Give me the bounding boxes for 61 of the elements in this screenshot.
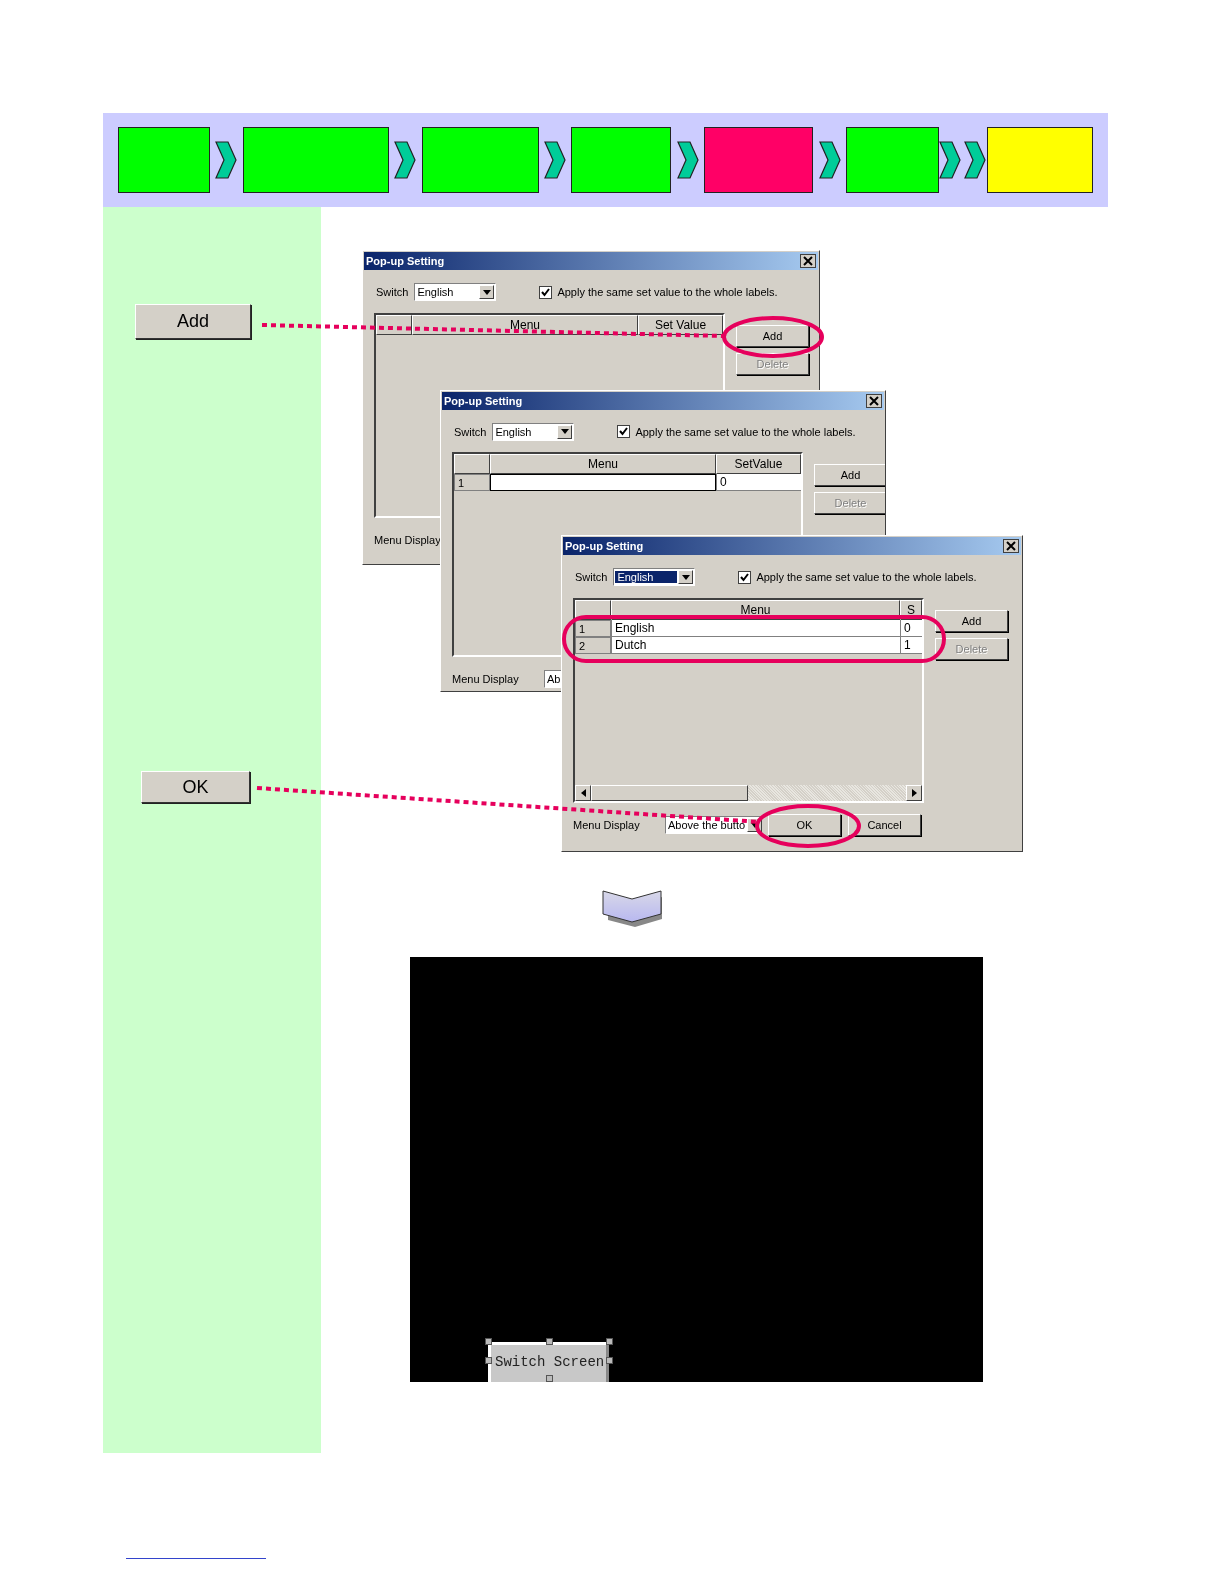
dialog-button[interactable]: Cancel <box>848 814 921 836</box>
menu-display-label: Menu Display <box>573 819 641 831</box>
language-dropdown[interactable]: English <box>414 283 497 301</box>
checkbox[interactable] <box>539 285 553 299</box>
row-number: 1 <box>575 620 611 637</box>
dialog-button[interactable]: Add <box>736 325 809 347</box>
row-number: 2 <box>575 637 611 654</box>
close-icon[interactable] <box>866 393 882 408</box>
switch-label: Switch <box>454 425 487 438</box>
menu-display-label: Menu Display <box>374 534 442 546</box>
chevron-icon <box>215 141 238 179</box>
selection-handle[interactable] <box>485 1338 492 1345</box>
chevron-icon <box>676 141 699 179</box>
checkbox-label: Apply the same set value to the whole labels. <box>756 571 977 583</box>
column-header[interactable]: Set Value <box>638 315 723 335</box>
language-dropdown[interactable]: English <box>492 422 575 441</box>
column-header[interactable]: SetValue <box>716 454 801 475</box>
checkbox-label: Apply the same set value to the whole labels. <box>635 425 856 438</box>
language-dropdown[interactable]: English <box>613 568 696 586</box>
selection-handle[interactable] <box>606 1338 613 1345</box>
close-icon[interactable] <box>1003 539 1019 553</box>
left-arrow-icon[interactable] <box>580 789 586 797</box>
chevron-icon <box>544 141 566 179</box>
table-cell[interactable]: 1 <box>900 637 922 654</box>
menu-display-label: Menu Display <box>452 673 520 686</box>
table-cell[interactable]: 0 <box>716 474 801 492</box>
selection-handle[interactable] <box>546 1375 553 1382</box>
horizontal-scrollbar[interactable] <box>575 785 922 801</box>
chevron-icon <box>394 141 417 179</box>
chevron-icon <box>818 141 841 179</box>
close-icon[interactable] <box>800 254 816 268</box>
column-header[interactable]: Menu <box>490 454 716 475</box>
selection-handle[interactable] <box>485 1357 492 1364</box>
sidebar-button[interactable]: Add <box>135 304 251 339</box>
checkbox[interactable] <box>738 570 752 584</box>
switch-screen-button[interactable]: Switch Screen <box>488 1342 609 1382</box>
dialog-title: Pop-up Setting <box>444 394 523 407</box>
checkbox[interactable] <box>617 425 631 439</box>
selection-handle[interactable] <box>606 1357 613 1364</box>
checkbox-label: Apply the same set value to the whole labels. <box>557 286 778 298</box>
right-arrow-icon[interactable] <box>911 789 917 797</box>
dialog-title: Pop-up Setting <box>565 540 644 552</box>
double-chevron-icon <box>939 141 987 179</box>
dialog-title: Pop-up Setting <box>366 255 445 267</box>
table-cell[interactable] <box>490 474 716 492</box>
switch-label: Switch <box>376 286 409 298</box>
dropdown-arrow-icon[interactable] <box>482 289 491 295</box>
table-cell[interactable]: Dutch <box>611 637 900 654</box>
header-corner <box>454 454 490 475</box>
table-cell[interactable]: English <box>611 620 900 637</box>
row-number: 1 <box>454 474 490 492</box>
switch-label: Switch <box>575 571 608 583</box>
down-arrow-icon <box>601 889 665 927</box>
selection-handle[interactable] <box>546 1338 553 1345</box>
sidebar-button[interactable]: OK <box>141 771 250 803</box>
dropdown-arrow-icon[interactable] <box>681 574 690 580</box>
dialog-button[interactable]: OK <box>768 814 841 836</box>
dropdown-arrow-icon[interactable] <box>560 429 569 435</box>
table-cell[interactable]: 0 <box>900 620 922 637</box>
dialog-button[interactable]: Add <box>935 610 1008 632</box>
dialog-button[interactable]: Add <box>814 464 885 487</box>
